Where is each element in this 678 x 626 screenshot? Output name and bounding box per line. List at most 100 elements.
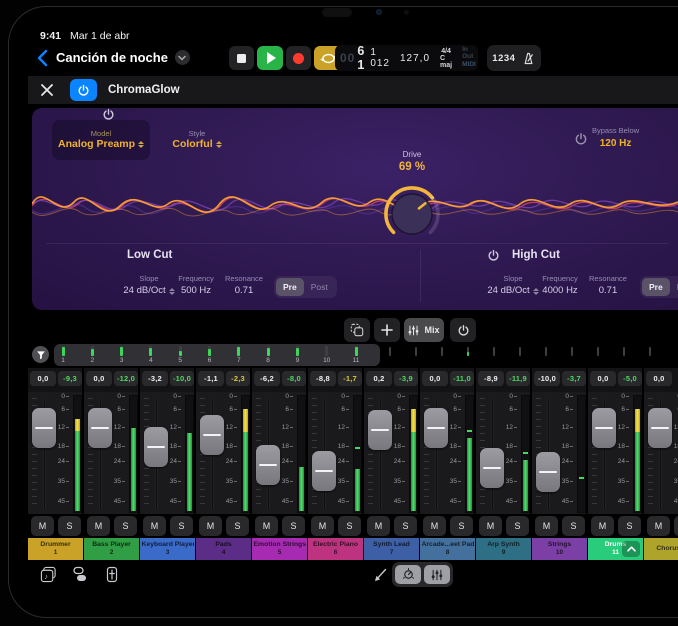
duplicate-plugin-button[interactable]	[344, 318, 370, 342]
channel-strip-button[interactable]	[106, 566, 118, 583]
mute-button[interactable]: M	[647, 516, 670, 536]
overview-slot[interactable]	[380, 347, 400, 356]
solo-button[interactable]: S	[618, 516, 641, 536]
overview-slot[interactable]	[458, 347, 478, 356]
overview-slot[interactable]	[562, 347, 582, 356]
lcd-display[interactable]: 00 6 1 1 012 127,0 4/4 C maj In Out MIDI	[335, 45, 478, 71]
overview-slot[interactable]: 8	[258, 346, 278, 364]
fader-handle[interactable]	[312, 451, 336, 491]
solo-button[interactable]: S	[394, 516, 417, 536]
mute-button[interactable]: M	[199, 516, 222, 536]
overview-slot[interactable]	[536, 347, 556, 356]
solo-button[interactable]: S	[562, 516, 585, 536]
mute-button[interactable]: M	[367, 516, 390, 536]
mute-button[interactable]: M	[143, 516, 166, 536]
overview-slot[interactable]	[432, 347, 452, 356]
track-tab[interactable]: Drums 11	[588, 538, 643, 560]
overview-slot[interactable]	[406, 347, 426, 356]
solo-button[interactable]: S	[338, 516, 361, 536]
track-tab[interactable]: Bass Player 2	[84, 538, 139, 560]
fader-handle[interactable]	[368, 410, 392, 450]
bypass-below-control[interactable]: Bypass Below 120 Hz	[592, 126, 639, 151]
metronome-icon[interactable]	[521, 51, 536, 66]
track-tab[interactable]: Keyboard Player 3	[140, 538, 195, 560]
solo-button[interactable]: S	[506, 516, 529, 536]
fader-handle[interactable]	[592, 408, 616, 448]
drive-knob[interactable]	[380, 180, 444, 244]
mix-view-button[interactable]: Mix	[404, 318, 444, 342]
close-icon[interactable]	[40, 83, 54, 97]
overview-slot[interactable]	[510, 347, 530, 356]
mute-button[interactable]: M	[87, 516, 110, 536]
high-cut-frequency[interactable]: Frequency 4000 Hz	[532, 273, 588, 299]
track-tab[interactable]: Synth Lead 7	[364, 538, 419, 560]
high-cut-resonance[interactable]: Resonance 0.71	[582, 273, 634, 299]
low-cut-resonance[interactable]: Resonance 0.71	[218, 273, 270, 299]
track-tab[interactable]: Chorus V	[644, 538, 678, 560]
collapse-mixer-button[interactable]	[622, 541, 640, 557]
fader-handle[interactable]	[88, 408, 112, 448]
mute-button[interactable]: M	[535, 516, 558, 536]
patch-browser-button[interactable]	[72, 566, 88, 583]
solo-button[interactable]: S	[58, 516, 81, 536]
mute-button[interactable]: M	[311, 516, 334, 536]
fader-handle[interactable]	[648, 408, 672, 448]
solo-button[interactable]: S	[226, 516, 249, 536]
low-cut-frequency[interactable]: Frequency 500 Hz	[168, 273, 224, 299]
style-selector[interactable]: Style Colorful	[152, 120, 242, 160]
track-tab[interactable]: Arp Synth 9	[476, 538, 531, 560]
track-tab[interactable]: Arcade...eet Pad 8	[420, 538, 475, 560]
overview-slot[interactable]: 4	[141, 346, 161, 364]
mute-button[interactable]: M	[423, 516, 446, 536]
back-button[interactable]	[36, 49, 50, 67]
mixer-power-button[interactable]	[450, 318, 476, 342]
fader-handle[interactable]	[256, 445, 280, 485]
track-tab[interactable]: Strings 10	[532, 538, 587, 560]
fader-handle[interactable]	[200, 415, 224, 455]
plugin-power-button[interactable]	[70, 79, 97, 101]
post-button[interactable]: Post	[304, 278, 335, 296]
bypass-power-icon[interactable]	[574, 132, 588, 146]
stop-button[interactable]	[229, 46, 254, 70]
mute-button[interactable]: M	[31, 516, 54, 536]
solo-button[interactable]: S	[450, 516, 473, 536]
solo-button[interactable]: S	[282, 516, 305, 536]
post-button[interactable]: Post	[670, 278, 678, 296]
solo-button[interactable]: S	[674, 516, 678, 536]
record-button[interactable]	[286, 46, 311, 70]
overview-slot[interactable]: 9	[287, 346, 307, 364]
overview-slot[interactable]: 3	[112, 346, 132, 364]
add-plugin-button[interactable]	[374, 318, 400, 342]
faders-view-button[interactable]	[424, 565, 450, 584]
play-button[interactable]	[257, 46, 283, 70]
solo-button[interactable]: S	[114, 516, 137, 536]
overview-slot[interactable]: 6	[200, 346, 220, 364]
mute-button[interactable]: M	[255, 516, 278, 536]
fader-handle[interactable]	[144, 427, 168, 467]
overview-slot[interactable]	[640, 347, 660, 356]
track-tab[interactable]: Emotion Strings 5	[252, 538, 307, 560]
mute-button[interactable]: M	[479, 516, 502, 536]
model-selector[interactable]: Model Analog Preamp	[52, 120, 150, 160]
high-cut-power-icon[interactable]	[487, 249, 500, 262]
low-cut-power-icon[interactable]	[102, 108, 115, 121]
loop-browser-button[interactable]: ♪	[40, 566, 57, 583]
overview-slot[interactable]: 11	[346, 346, 366, 364]
overview-slot[interactable]: 10	[317, 346, 337, 364]
level-control[interactable]: Level 0.0	[660, 126, 678, 159]
fader-handle[interactable]	[480, 448, 504, 488]
count-in-button[interactable]: 1234	[492, 53, 515, 64]
pre-button[interactable]: Pre	[642, 278, 670, 296]
filter-button[interactable]	[32, 346, 49, 363]
fader-handle[interactable]	[424, 408, 448, 448]
fader-handle[interactable]	[536, 452, 560, 492]
overview-slot[interactable]: 1	[53, 346, 73, 364]
track-tab[interactable]: Electric Piano 6	[308, 538, 363, 560]
overview-slot[interactable]	[484, 347, 504, 356]
track-tab[interactable]: Drummer 1	[28, 538, 83, 560]
overview-slot[interactable]: 2	[82, 346, 102, 364]
overview-slot[interactable]: 7	[229, 346, 249, 364]
solo-button[interactable]: S	[170, 516, 193, 536]
track-tab[interactable]: Pads 4	[196, 538, 251, 560]
overview-slot[interactable]	[614, 347, 634, 356]
